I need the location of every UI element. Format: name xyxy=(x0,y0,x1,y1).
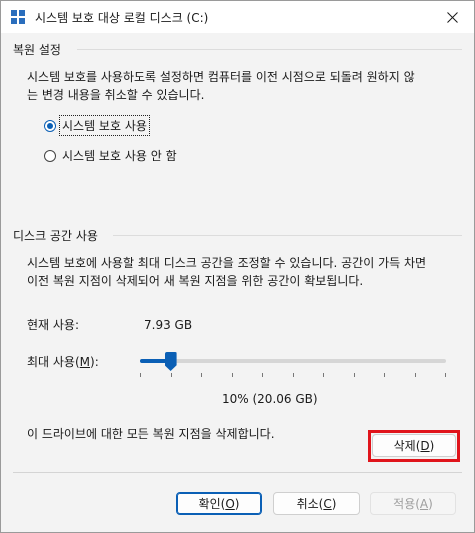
restore-settings-description: 시스템 보호를 사용하도록 설정하면 컴퓨터를 이전 시점으로 되돌려 원하지 … xyxy=(27,68,467,104)
max-usage-label-suffix: ): xyxy=(90,355,99,369)
max-usage-slider-track[interactable] xyxy=(140,359,446,363)
cancel-accesskey: C xyxy=(323,496,332,511)
radio-disable-protection[interactable]: 시스템 보호 사용 안 함 xyxy=(44,146,179,165)
slider-tick xyxy=(323,373,324,377)
current-usage-label: 현재 사용: xyxy=(27,318,80,332)
ok-accesskey: O xyxy=(225,496,235,511)
apply-label-suffix: ) xyxy=(428,496,433,511)
ok-label-suffix: ) xyxy=(234,496,240,511)
disk-usage-heading: 디스크 공간 사용 xyxy=(13,229,98,243)
slider-tick xyxy=(445,373,446,377)
cancel-label-prefix: 취소( xyxy=(296,497,324,511)
max-usage-slider-thumb[interactable] xyxy=(164,352,177,371)
radio-dot-unselected xyxy=(44,149,56,162)
footer-divider xyxy=(13,472,462,473)
slider-tick xyxy=(171,373,172,377)
slider-tick xyxy=(140,373,141,377)
cancel-label-suffix: ) xyxy=(331,496,337,511)
title-bar[interactable]: 시스템 보호 대상 로컬 디스크 (C:) xyxy=(1,1,474,33)
restore-settings-heading: 복원 설정 xyxy=(13,43,61,57)
delete-restore-points-description: 이 드라이브에 대한 모든 복원 지점을 삭제합니다. xyxy=(27,427,275,441)
apply-label-prefix: 적용( xyxy=(393,497,420,511)
apply-button[interactable]: 적용(A) xyxy=(370,492,456,515)
slider-tick xyxy=(354,373,355,377)
slider-tick xyxy=(415,373,416,377)
restore-desc-line-2: 는 변경 내용을 취소할 수 있습니다. xyxy=(27,88,205,102)
ok-button[interactable]: 확인(O) xyxy=(176,492,262,515)
max-usage-value: 10% (20.06 GB) xyxy=(222,392,318,406)
restore-settings-divider xyxy=(77,49,462,50)
slider-tick xyxy=(232,373,233,377)
close-button[interactable] xyxy=(430,1,474,33)
window-title: 시스템 보호 대상 로컬 디스크 (C:) xyxy=(35,11,209,25)
close-icon xyxy=(446,11,458,23)
slider-tick xyxy=(293,373,294,377)
disk-usage-divider xyxy=(113,235,462,236)
radio-dot-selected xyxy=(44,119,56,132)
max-usage-label-prefix: 최대 사용( xyxy=(27,355,80,369)
disk-desc-line-2: 이전 복원 지점이 삭제되어 새 복원 지점을 위한 공간이 확보됩니다. xyxy=(27,274,364,288)
apply-accesskey: A xyxy=(419,496,429,511)
disk-desc-line-1: 시스템 보호에 사용할 최대 디스크 공간을 조정할 수 있습니다. 공간이 가… xyxy=(27,256,427,270)
max-usage-label: 최대 사용(M): xyxy=(27,353,99,371)
disk-usage-description: 시스템 보호에 사용할 최대 디스크 공간을 조정할 수 있습니다. 공간이 가… xyxy=(27,254,467,290)
delete-button-highlight xyxy=(368,430,460,462)
slider-tick xyxy=(384,373,385,377)
radio-enable-protection[interactable]: 시스템 보호 사용 xyxy=(44,115,150,136)
max-usage-accesskey: M xyxy=(79,355,91,369)
radio-disable-label: 시스템 보호 사용 안 함 xyxy=(62,149,177,163)
system-protection-dialog: 시스템 보호 대상 로컬 디스크 (C:) 복원 설정 시스템 보호를 사용하도… xyxy=(0,0,475,533)
app-icon xyxy=(11,10,25,24)
cancel-button[interactable]: 취소(C) xyxy=(273,492,360,515)
ok-label-prefix: 확인( xyxy=(198,497,226,511)
slider-tick xyxy=(262,373,263,377)
radio-enable-label: 시스템 보호 사용 xyxy=(59,115,150,136)
slider-tick xyxy=(201,373,202,377)
restore-desc-line-1: 시스템 보호를 사용하도록 설정하면 컴퓨터를 이전 시점으로 되돌려 원하지 … xyxy=(27,70,415,84)
current-usage-value: 7.93 GB xyxy=(144,318,193,332)
max-usage-slider-ticks xyxy=(140,373,446,379)
